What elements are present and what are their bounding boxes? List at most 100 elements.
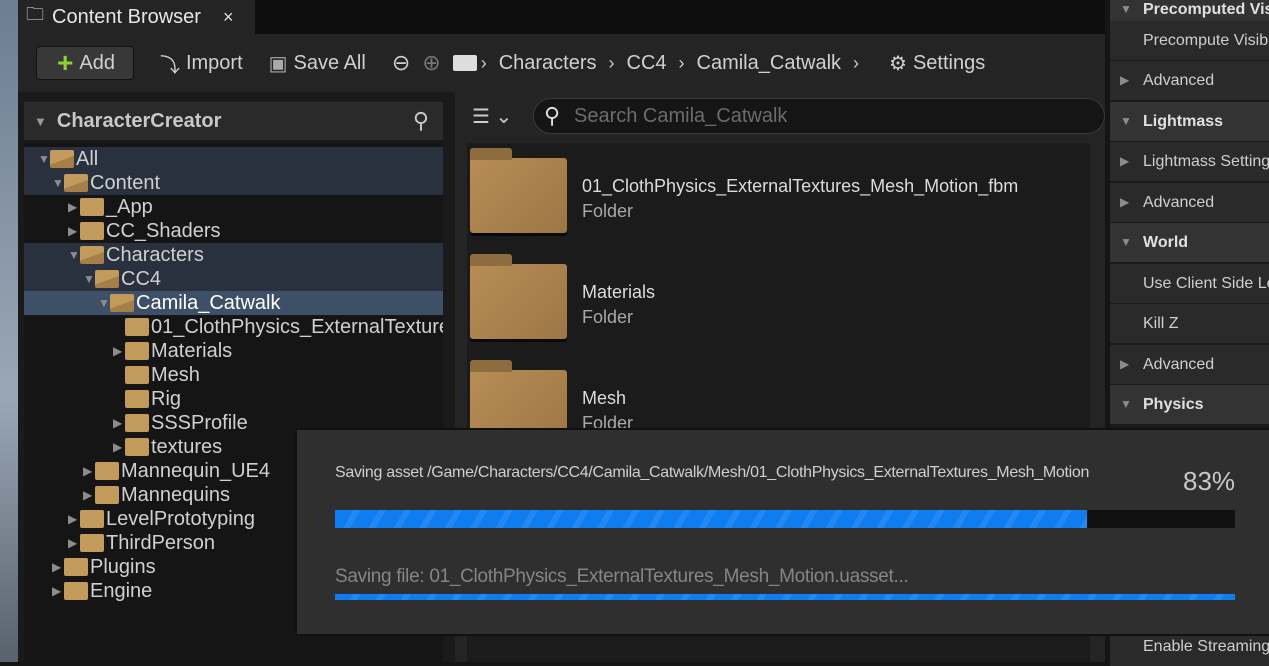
expanded-arrow-icon[interactable]: ▼ [68,248,80,262]
tree-item-label: Content [90,172,161,194]
expanded-arrow-icon[interactable]: ▼ [1120,223,1132,262]
expanded-arrow-icon[interactable]: ▼ [38,152,50,166]
save-all-button[interactable]: ▣ Save All [269,51,366,76]
collapsed-arrow-icon[interactable]: ▶ [68,512,77,526]
import-label: Import [185,51,243,74]
folder-icon [125,342,149,360]
asset-name: Materials [582,282,656,302]
tree-item-content[interactable]: ▼ Content [24,171,443,195]
folder-icon [80,510,104,528]
details-label: Advanced [1143,194,1215,211]
collapsed-arrow-icon[interactable]: ▶ [68,200,77,214]
asset-name: Mesh [582,388,627,408]
tree-item-label: CC_Shaders [106,220,221,242]
sources-title: CharacterCreator [56,109,222,132]
expanded-arrow-icon[interactable]: ▼ [52,176,64,190]
collapsed-arrow-icon[interactable]: ▶ [83,464,92,478]
tree-item-materials[interactable]: ▶ Materials [24,339,443,363]
chevron-right-icon[interactable]: › [679,53,685,74]
add-button[interactable]: + Add [36,46,134,80]
progress-file: Saving file: 01_ClothPhysics_ExternalTex… [335,566,909,587]
details-property: Use Client Side Le [1110,264,1269,303]
tree-item-label: ThirdPerson [106,532,215,554]
breadcrumb-cc4[interactable]: CC4 [627,52,667,75]
collapsed-arrow-icon[interactable]: ▶ [52,560,61,574]
collapsed-arrow-icon[interactable]: ▶ [113,344,122,358]
collapsed-arrow-icon[interactable]: ▶ [113,416,122,430]
asset-folder[interactable]: 01_ClothPhysics_ExternalTextures_Mesh_Mo… [470,148,1070,248]
expanded-arrow-icon[interactable]: ▼ [98,296,110,310]
tree-item-characters[interactable]: ▼ Characters [24,243,443,267]
folder-open-icon [110,294,134,312]
chevron-right-icon[interactable]: › [853,53,859,74]
progress-percent: 83% [1183,466,1236,496]
tree-item-cc-shaders[interactable]: ▶ CC_Shaders [24,219,443,243]
tree-item-rig[interactable]: Rig [24,387,443,411]
details-category[interactable]: ▼ Physics [1110,385,1269,424]
close-tab-icon[interactable]: × [223,7,234,28]
tree-item-label: textures [151,436,223,458]
folder-icon [64,558,88,576]
breadcrumb-characters[interactable]: Characters [499,52,597,75]
search-icon: ⚲ [544,103,561,128]
breadcrumb-camila-catwalk[interactable]: Camila_Catwalk [697,52,842,75]
settings-label: Settings [912,51,986,74]
save-icon: ▣ [268,52,288,75]
expanded-arrow-icon[interactable]: ▼ [1120,102,1132,141]
expanded-arrow-icon[interactable]: ▼ [83,272,95,286]
tree-item-all[interactable]: ▼ All [24,147,443,171]
tree-item-01-clothphysics-externaltextures-mesh-motion-fbm[interactable]: 01_ClothPhysics_ExternalTextures_Mesh_Mo… [24,315,443,339]
tree-item-label: Materials [151,340,233,362]
collapsed-arrow-icon[interactable]: ▶ [68,224,77,238]
folder-open-icon [64,174,88,192]
details-category[interactable]: ▼ World [1110,223,1269,262]
search-icon[interactable]: ⚲ [413,108,429,134]
search-placeholder: Search Camila_Catwalk [574,104,788,127]
details-property[interactable]: ▶ Advanced [1110,61,1269,100]
back-icon[interactable]: ⊖ [392,50,410,76]
settings-button[interactable]: ⚙ Settings [889,51,985,76]
folder-icon [470,254,567,339]
folder-icon [95,486,119,504]
chevron-right-icon[interactable]: › [609,53,615,74]
collapsed-arrow-icon[interactable]: ▶ [52,584,61,598]
folder-open-icon [95,270,119,288]
tree-item-label: Mesh [151,364,200,386]
details-label: Precompute Visib [1143,32,1269,49]
folder-icon [125,414,149,432]
import-icon: ⤵ [159,54,180,77]
expanded-arrow-icon[interactable]: ▼ [1120,385,1132,424]
tree-item-label: _App [106,196,153,218]
details-property[interactable]: ▶ Advanced [1110,345,1269,384]
filter-icon[interactable]: ☰ ⌄ [472,104,512,129]
collapsed-arrow-icon[interactable]: ▶ [113,440,122,454]
asset-folder[interactable]: Materials Folder [470,254,1070,354]
folder-icon [470,148,567,233]
tree-item--app[interactable]: ▶ _App [24,195,443,219]
forward-icon[interactable]: ⊕ [422,50,440,76]
tree-item-mesh[interactable]: Mesh [24,363,443,387]
import-button[interactable]: ⤵ Import [160,49,243,78]
save-all-label: Save All [293,51,366,74]
folder-icon [80,222,104,240]
chevron-right-icon: › [480,52,487,73]
tree-item-label: Characters [106,244,204,266]
tree-item-cc4[interactable]: ▼ CC4 [24,267,443,291]
search-input[interactable]: ⚲ Search Camila_Catwalk [533,98,1105,134]
collapsed-arrow-icon[interactable]: ▶ [1120,142,1129,181]
collapsed-arrow-icon[interactable]: ▶ [1120,183,1129,222]
details-property[interactable]: ▶ Lightmass Setting [1110,142,1269,181]
collapsed-arrow-icon[interactable]: ▶ [1120,345,1129,384]
plus-icon: + [57,47,74,78]
collapsed-arrow-icon[interactable]: ▶ [1120,61,1129,100]
collapsed-arrow-icon[interactable]: ▶ [83,488,92,502]
tree-item-label: LevelPrototyping [106,508,255,530]
tree-item-camila-catwalk[interactable]: ▼ Camila_Catwalk [24,291,443,315]
sources-header[interactable]: ▼ CharacterCreator ⚲ [24,102,443,140]
details-property[interactable]: ▶ Advanced [1110,183,1269,222]
tree-item-label: Mannequin_UE4 [121,460,270,482]
tab-content-browser[interactable]: 🗀 Content Browser × [18,0,255,34]
details-category[interactable]: ▼ Lightmass [1110,102,1269,141]
folder-icon[interactable] [452,55,477,71]
collapsed-arrow-icon[interactable]: ▶ [68,536,77,550]
